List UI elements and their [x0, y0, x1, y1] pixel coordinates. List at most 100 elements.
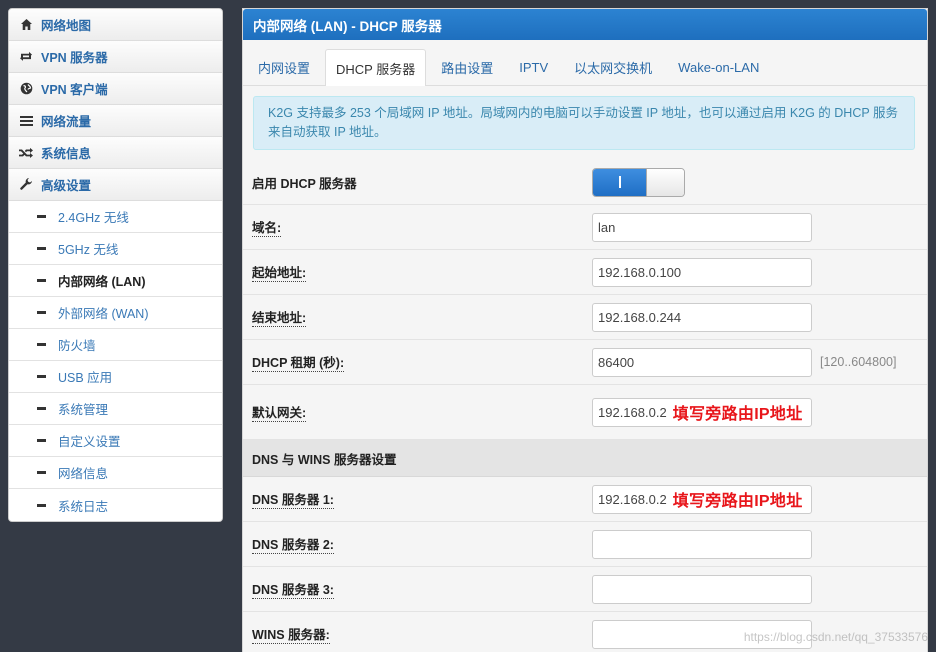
dns-section-title: DNS 与 WINS 服务器设置: [243, 440, 927, 477]
watermark: https://blog.csdn.net/qq_37533576: [743, 630, 928, 644]
sidebar-subitem-label: 网络信息: [58, 467, 109, 481]
lease-input[interactable]: 86400: [592, 347, 812, 377]
panel-title: 内部网络 (LAN) - DHCP 服务器: [243, 9, 927, 40]
gateway-label: 默认网关:: [252, 402, 307, 422]
sidebar-item-vpn-client[interactable]: VPN 客户端: [9, 73, 222, 105]
tab-wake-on-lan[interactable]: Wake-on-LAN: [667, 49, 770, 85]
dns3-label: DNS 服务器 3:: [252, 579, 334, 599]
form-row-dns3: DNS 服务器 3:: [243, 567, 927, 612]
form-row-lease: DHCP 租期 (秒): 86400 [120..604800]: [243, 340, 927, 385]
sidebar-subitem-network-info[interactable]: 网络信息: [9, 457, 222, 489]
form-row-end-address: 结束地址: 192.168.0.244: [243, 295, 927, 340]
wins-label: WINS 服务器:: [252, 624, 330, 644]
start-address-input[interactable]: 192.168.0.100: [592, 257, 812, 287]
dash-icon: [37, 279, 46, 282]
form-row-enable-dhcp: 启用 DHCP 服务器: [243, 160, 927, 205]
gateway-input[interactable]: 192.168.0.2 填写旁路由IP地址: [592, 397, 812, 427]
dns2-label: DNS 服务器 2:: [252, 534, 334, 554]
domain-value: lan: [598, 219, 616, 235]
wrench-icon: [19, 178, 33, 192]
sidebar-item-advanced[interactable]: 高级设置: [9, 169, 222, 201]
sidebar-subitem-label: 5GHz 无线: [58, 243, 119, 257]
sidebar-subitem-admin[interactable]: 系统管理: [9, 393, 222, 425]
sidebar-item-label: 网络地图: [41, 19, 92, 33]
dns1-label: DNS 服务器 1:: [252, 489, 334, 509]
sidebar-subitem-wireless-24[interactable]: 2.4GHz 无线: [9, 201, 222, 233]
start-address-label: 起始地址:: [252, 262, 307, 282]
dns3-input[interactable]: [592, 574, 812, 604]
sidebar-item-network-map[interactable]: 网络地图: [9, 9, 222, 41]
home-icon: [19, 18, 33, 32]
sidebar-item-system-info[interactable]: 系统信息: [9, 137, 222, 169]
sidebar-subitem-label: 系统日志: [58, 499, 109, 514]
dns1-annotation: 填写旁路由IP地址: [672, 493, 803, 510]
sidebar-subitem-syslog[interactable]: 系统日志: [9, 489, 222, 521]
dash-icon: [37, 343, 46, 346]
tab-lan-settings[interactable]: 内网设置: [247, 49, 321, 85]
sidebar-item-traffic[interactable]: 网络流量: [9, 105, 222, 137]
sidebar-subitem-label: 内部网络 (LAN): [58, 275, 146, 289]
domain-input[interactable]: lan: [592, 212, 812, 242]
dash-icon: [37, 407, 46, 410]
tab-routing[interactable]: 路由设置: [430, 49, 504, 85]
tab-iptv[interactable]: IPTV: [508, 49, 559, 85]
dash-icon: [37, 471, 46, 474]
sidebar-subitem-label: 外部网络 (WAN): [58, 307, 149, 321]
dns1-input[interactable]: 192.168.0.2 填写旁路由IP地址: [592, 484, 812, 514]
dns1-value: 192.168.0.2: [598, 491, 667, 507]
list-icon: [19, 114, 33, 128]
shuffle-icon: [19, 146, 33, 160]
dns2-input[interactable]: [592, 529, 812, 559]
form-row-dns1: DNS 服务器 1: 192.168.0.2 填写旁路由IP地址: [243, 477, 927, 522]
lease-label: DHCP 租期 (秒):: [252, 352, 345, 372]
form-row-domain: 域名: lan: [243, 205, 927, 250]
sidebar-subitem-wireless-5[interactable]: 5GHz 无线: [9, 233, 222, 265]
sidebar-subitem-wan[interactable]: 外部网络 (WAN): [9, 297, 222, 329]
toggle-on-mark: [618, 176, 621, 188]
sidebar-subitem-label: 防火墙: [58, 339, 96, 353]
tab-switch[interactable]: 以太网交换机: [563, 49, 663, 85]
globe-icon: [19, 82, 33, 96]
sidebar-subitem-custom[interactable]: 自定义设置: [9, 425, 222, 457]
gateway-annotation: 填写旁路由IP地址: [672, 406, 803, 423]
dash-icon: [37, 375, 46, 378]
sidebar-item-label: VPN 客户端: [41, 83, 108, 97]
end-address-value: 192.168.0.244: [598, 309, 682, 325]
sidebar-subitem-label: 系统管理: [58, 403, 109, 417]
dash-icon: [37, 503, 46, 507]
main-panel: 内部网络 (LAN) - DHCP 服务器 内网设置 DHCP 服务器 路由设置…: [242, 8, 928, 652]
dash-icon: [37, 215, 46, 218]
sidebar-subitem-label: USB 应用: [58, 371, 113, 385]
gateway-value: 192.168.0.2: [598, 404, 667, 420]
sidebar-subitem-lan[interactable]: 内部网络 (LAN): [9, 265, 222, 297]
lease-range-hint: [120..604800]: [820, 355, 897, 369]
sidebar-subitem-usb[interactable]: USB 应用: [9, 361, 222, 393]
form-row-gateway: 默认网关: 192.168.0.2 填写旁路由IP地址: [243, 385, 927, 440]
sidebar-item-label: 高级设置: [41, 179, 92, 193]
sidebar-subitem-label: 2.4GHz 无线: [58, 211, 129, 225]
tab-bar: 内网设置 DHCP 服务器 路由设置 IPTV 以太网交换机 Wake-on-L…: [243, 40, 927, 86]
dash-icon: [37, 247, 46, 250]
form-row-dns2: DNS 服务器 2:: [243, 522, 927, 567]
sidebar-subitem-label: 自定义设置: [58, 435, 121, 449]
loop-arrows-icon: [19, 50, 33, 64]
end-address-input[interactable]: 192.168.0.244: [592, 302, 812, 332]
tab-dhcp-server[interactable]: DHCP 服务器: [325, 49, 427, 86]
sidebar-item-vpn-server[interactable]: VPN 服务器: [9, 41, 222, 73]
end-address-label: 结束地址:: [252, 307, 307, 327]
sidebar-item-label: VPN 服务器: [41, 51, 108, 65]
sidebar-item-label: 网络流量: [41, 115, 92, 129]
enable-dhcp-label: 启用 DHCP 服务器: [252, 176, 357, 191]
enable-dhcp-toggle[interactable]: [592, 167, 685, 197]
dash-icon: [37, 311, 46, 314]
lease-value: 86400: [598, 354, 635, 370]
toggle-on-segment: [593, 168, 646, 196]
sidebar-item-label: 系统信息: [41, 147, 92, 161]
domain-label: 域名:: [252, 217, 282, 237]
sidebar-subitem-firewall[interactable]: 防火墙: [9, 329, 222, 361]
toggle-off-segment: [646, 168, 684, 196]
sidebar: 网络地图 VPN 服务器 VPN 客户端 网络流量 系统信息 高级设置 2.4G…: [8, 8, 223, 522]
form-row-start-address: 起始地址: 192.168.0.100: [243, 250, 927, 295]
dash-icon: [37, 439, 46, 442]
start-address-value: 192.168.0.100: [598, 264, 682, 280]
